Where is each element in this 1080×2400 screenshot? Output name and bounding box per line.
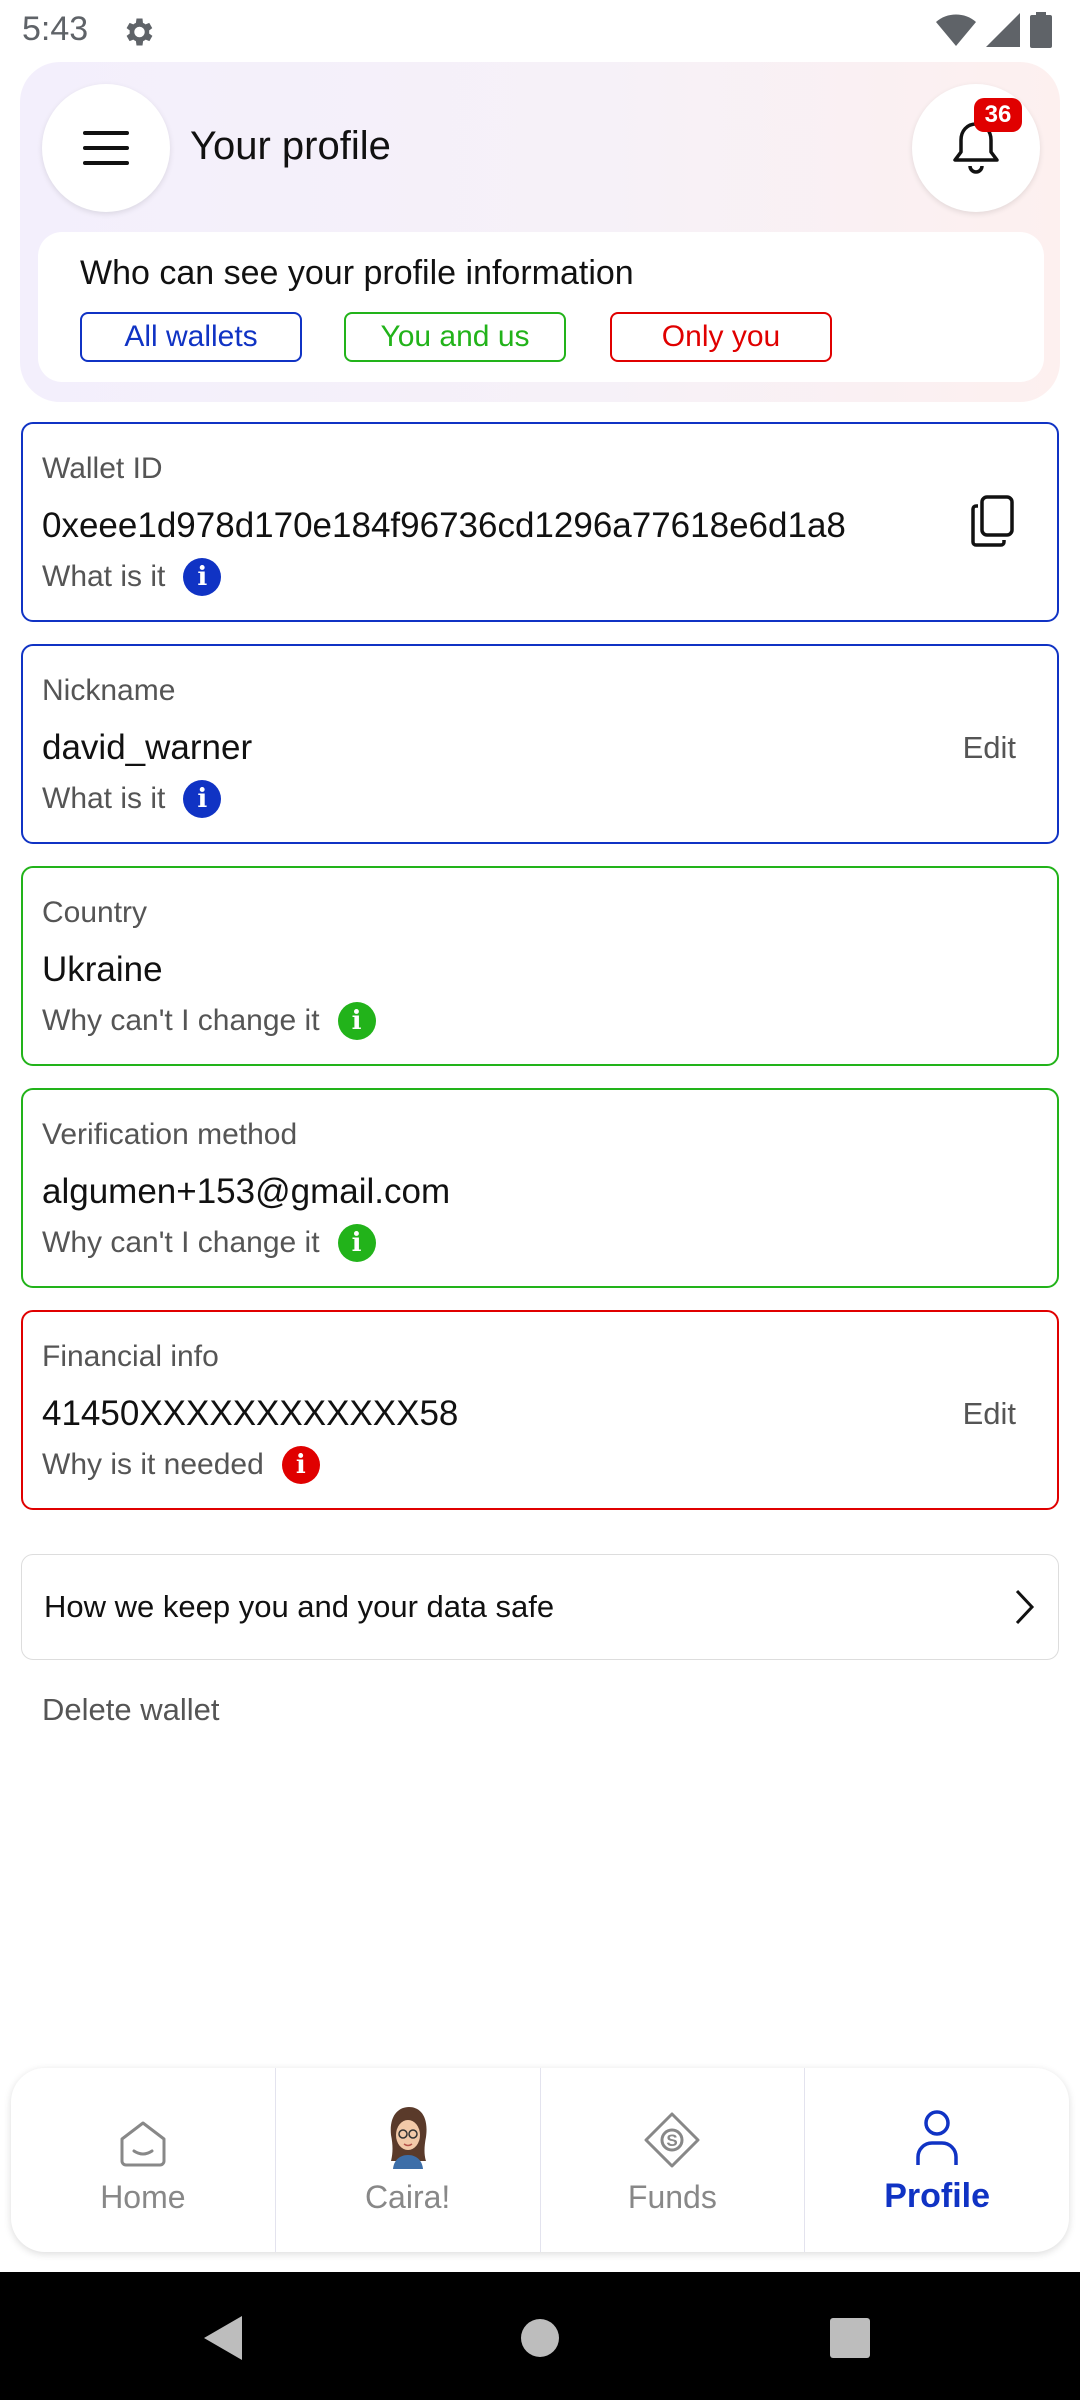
- info-icon: i: [183, 780, 222, 818]
- page-title: Your profile: [190, 124, 391, 168]
- battery-icon: [1030, 12, 1052, 48]
- home-circle-icon[interactable]: [520, 2318, 560, 2358]
- financial-info-help-text: Why is it needed: [42, 1448, 264, 1481]
- info-icon: i: [337, 1002, 376, 1040]
- notification-badge: 36: [974, 98, 1022, 132]
- verification-label: Verification method: [42, 1118, 298, 1151]
- nav-profile[interactable]: Profile: [805, 2068, 1069, 2252]
- nav-caira-label: Caira!: [364, 2179, 451, 2215]
- nickname-help-text: What is it: [42, 782, 166, 815]
- svg-text:S: S: [667, 2131, 678, 2150]
- bottom-nav: Home Caira! S Funds Profile: [11, 2068, 1069, 2252]
- menu-button[interactable]: [42, 84, 170, 212]
- info-icon: i: [337, 1224, 376, 1262]
- recents-icon[interactable]: [830, 2318, 870, 2358]
- country-label: Country: [42, 896, 148, 929]
- status-time: 5:43: [22, 10, 89, 48]
- copy-button[interactable]: [970, 494, 1016, 553]
- system-nav-bar: [0, 2272, 1080, 2400]
- edit-nickname-button[interactable]: Edit: [963, 730, 1016, 766]
- nav-profile-label: Profile: [884, 2177, 991, 2215]
- nav-caira[interactable]: Caira!: [276, 2068, 541, 2252]
- financial-info-value: 41450XXXXXXXXXXXX58: [42, 1394, 459, 1433]
- delete-wallet-button[interactable]: Delete wallet: [42, 1692, 219, 1728]
- verification-value: algumen+153@gmail.com: [42, 1172, 451, 1211]
- wallet-id-value: 0xeee1d978d170e184f96736cd1296a77618e6d1…: [42, 506, 846, 545]
- nav-funds-label: Funds: [627, 2179, 717, 2215]
- funds-icon: S: [643, 2103, 701, 2169]
- edit-financial-info-button[interactable]: Edit: [963, 1396, 1016, 1432]
- nickname-help[interactable]: What is it i: [42, 780, 222, 818]
- info-icon: i: [281, 1446, 320, 1484]
- nav-home[interactable]: Home: [11, 2068, 276, 2252]
- visibility-heading: Who can see your profile information: [80, 254, 634, 292]
- nickname-label: Nickname: [42, 674, 176, 707]
- copy-icon: [971, 495, 1014, 547]
- nav-home-label: Home: [100, 2179, 186, 2215]
- info-icon: i: [183, 558, 222, 596]
- back-icon[interactable]: [204, 2316, 244, 2360]
- financial-info-help[interactable]: Why is it needed i: [42, 1446, 320, 1484]
- nickname-value: david_warner: [42, 728, 253, 767]
- home-icon: [118, 2103, 168, 2169]
- settings-gear-icon: [120, 14, 156, 50]
- country-help-text: Why can't I change it: [42, 1004, 320, 1037]
- verification-help-text: Why can't I change it: [42, 1226, 320, 1259]
- legend-only-you: Only you: [610, 312, 832, 362]
- nav-funds[interactable]: S Funds: [541, 2068, 806, 2252]
- country-help[interactable]: Why can't I change it i: [42, 1002, 376, 1040]
- person-icon: [915, 2101, 959, 2167]
- legend-all-wallets: All wallets: [80, 312, 302, 362]
- wallet-id-help[interactable]: What is it i: [42, 558, 222, 596]
- country-value: Ukraine: [42, 950, 163, 989]
- wallet-id-label: Wallet ID: [42, 452, 163, 485]
- data-safety-link[interactable]: How we keep you and your data safe: [21, 1554, 1059, 1660]
- signal-icon: [986, 13, 1020, 47]
- financial-info-label: Financial info: [42, 1340, 219, 1373]
- assistant-avatar: [383, 2103, 433, 2169]
- chevron-right-icon: [1015, 1589, 1035, 1625]
- hamburger-icon: [83, 131, 129, 165]
- data-safety-text: How we keep you and your data safe: [44, 1589, 555, 1624]
- wallet-id-help-text: What is it: [42, 560, 166, 593]
- status-icons: [936, 12, 1052, 48]
- verification-help[interactable]: Why can't I change it i: [42, 1224, 376, 1262]
- legend-you-and-us: You and us: [344, 312, 566, 362]
- wifi-icon: [936, 14, 976, 46]
